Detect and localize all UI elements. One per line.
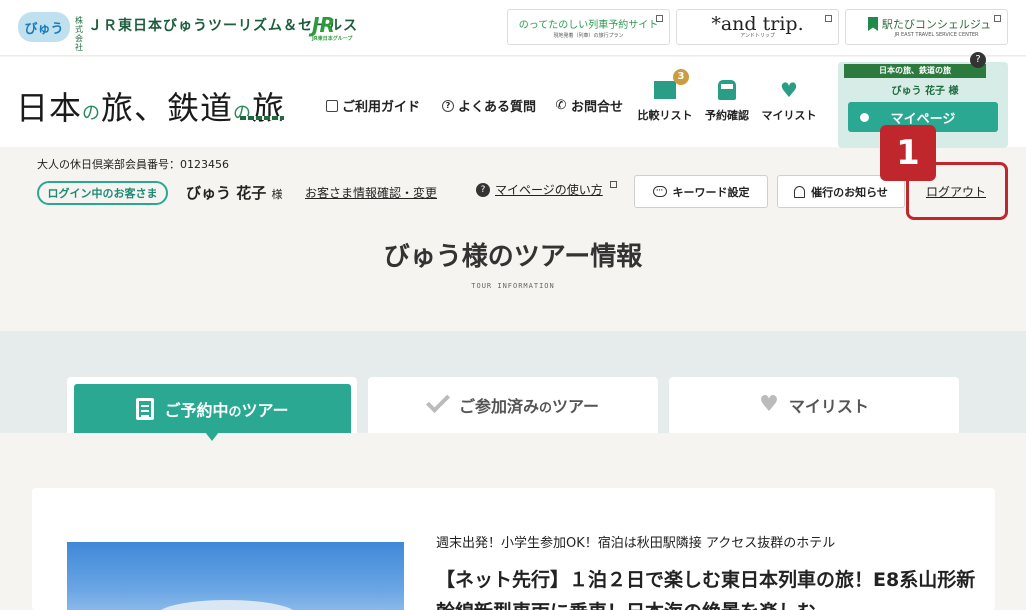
step-number-badge: 1 bbox=[880, 125, 936, 181]
tour-card[interactable]: 週末出発！小学生参加OK！宿泊は秋田駅隣接 アクセス抜群のホテル 【ネット先行】… bbox=[32, 488, 995, 610]
nav-guide-link[interactable]: ご利用ガイド bbox=[326, 96, 420, 115]
tour-catchphrase: 週末出発！小学生参加OK！宿泊は秋田駅隣接 アクセス抜群のホテル bbox=[436, 536, 836, 551]
question-icon: ? bbox=[442, 99, 454, 112]
heart-icon: ♥ bbox=[780, 78, 798, 102]
active-tab-arrow bbox=[205, 432, 219, 441]
external-link-and-trip[interactable]: *and trip. アンドトリップ bbox=[676, 9, 839, 45]
view-logo[interactable]: びゅう bbox=[18, 12, 70, 42]
tour-title[interactable]: 【ネット先行】１泊２日で楽しむ東日本列車の旅！E8系山形新幹線新型車両に乗車！日… bbox=[436, 564, 976, 610]
mylist-button[interactable]: ♥ マイリスト bbox=[759, 78, 819, 123]
nav-faq-link[interactable]: ? よくある質問 bbox=[442, 96, 536, 115]
page-title: びゅう様のツアー情報 bbox=[383, 242, 643, 272]
tab-past-tours[interactable]: ご参加済みのツアー bbox=[368, 377, 658, 433]
external-link-icon bbox=[609, 181, 617, 188]
tab-mylist[interactable]: ♥ マイリスト bbox=[669, 377, 959, 433]
reservation-check-button[interactable]: 予約確認 bbox=[697, 79, 757, 123]
clipboard-icon bbox=[136, 397, 155, 420]
compare-list-icon bbox=[654, 81, 676, 99]
login-status-badge: ログイン中のお客さま bbox=[37, 181, 168, 205]
external-link-icon bbox=[825, 15, 832, 22]
question-icon: ? bbox=[476, 182, 490, 197]
keyword-settings-button[interactable]: ··· キーワード設定 bbox=[634, 175, 768, 208]
member-number: 大人の休日倶楽部会員番号：0123456 bbox=[37, 158, 229, 171]
mypage-banner: 日本の旅、鉄道の旅 bbox=[844, 64, 986, 78]
train-icon bbox=[718, 80, 736, 100]
nav-contact-link[interactable]: ✆ お問合せ bbox=[555, 96, 623, 116]
customer-info-link[interactable]: お客さま情報確認・変更 bbox=[305, 184, 437, 201]
top-bar: びゅう 株式会社 ＪＲ東日本びゅうツーリズム＆セールス JR JR東日本グループ… bbox=[0, 0, 1026, 56]
external-link-concierge[interactable]: 駅たびコンシェルジュ JR EAST TRAVEL SERVICE CENTER bbox=[845, 9, 1008, 45]
heart-icon: ♥ bbox=[759, 392, 779, 417]
compare-list-button[interactable]: 3 比較リスト bbox=[635, 69, 695, 123]
tab-upcoming-tours[interactable]: ご予約中のツアー bbox=[67, 377, 357, 441]
user-name: びゅう 花子 様 bbox=[186, 184, 283, 202]
company-prefix: 株式会社 bbox=[75, 16, 83, 52]
person-icon bbox=[860, 112, 869, 122]
check-icon bbox=[425, 388, 450, 414]
external-link-icon bbox=[994, 15, 1001, 22]
compare-count-badge: 3 bbox=[673, 69, 689, 85]
tour-image[interactable] bbox=[67, 542, 404, 610]
external-link-train-reservation[interactable]: のってたのしい列車予約サイト 現地発着（列車）の旅行プラン bbox=[507, 9, 670, 45]
help-icon[interactable]: ? bbox=[970, 52, 986, 68]
page-subtitle: TOUR INFORMATION bbox=[471, 282, 555, 290]
bell-icon bbox=[794, 185, 806, 198]
phone-icon: ✆ bbox=[555, 97, 567, 113]
rail-decoration bbox=[240, 116, 284, 120]
site-title-logo[interactable]: 日本の旅、鉄道の旅 bbox=[16, 83, 285, 129]
book-icon bbox=[326, 99, 338, 112]
mypage-howto-link[interactable]: ? マイページの使い方 bbox=[476, 181, 617, 198]
mypage-user-name: びゅう 花子 様 bbox=[891, 86, 959, 97]
jr-logo: JR JR東日本グループ bbox=[312, 13, 353, 42]
chat-bubble-icon: ··· bbox=[652, 186, 667, 197]
external-link-icon bbox=[656, 15, 663, 22]
